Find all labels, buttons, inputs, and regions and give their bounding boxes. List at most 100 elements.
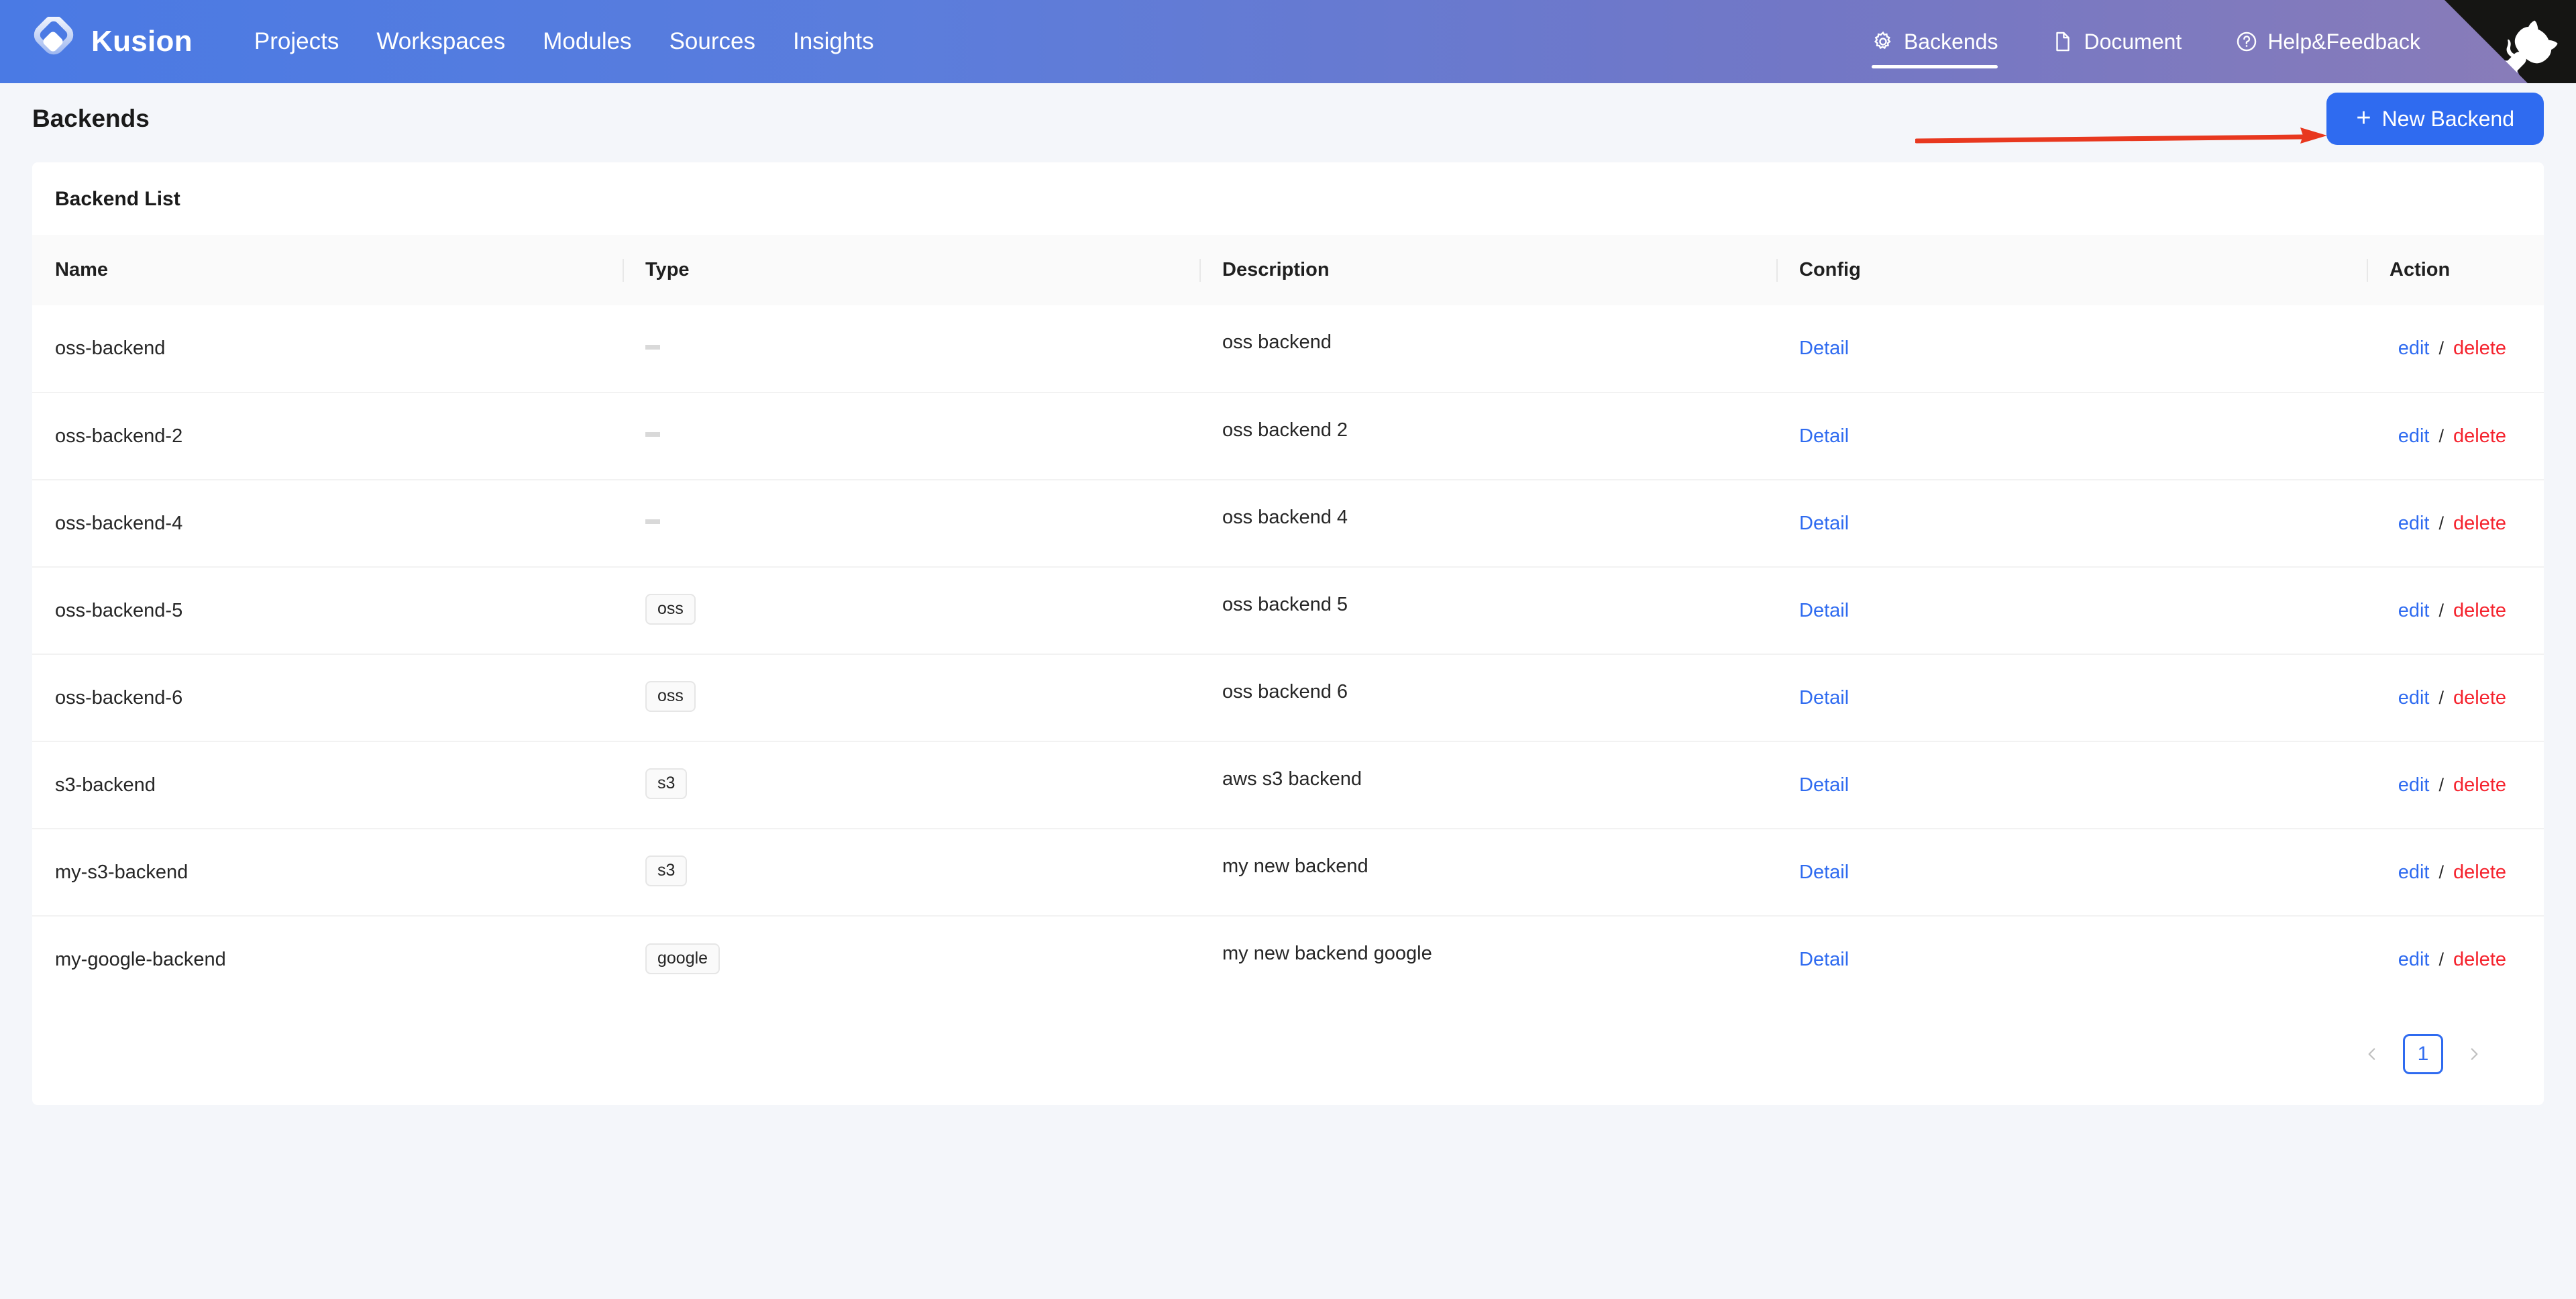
cell-type [623,305,1199,393]
type-tag: google [645,943,720,974]
brand[interactable]: Kusion [28,15,193,66]
detail-link[interactable]: Detail [1799,337,1849,359]
nav-item-document[interactable]: Document [2025,0,2208,83]
cell-type: oss [623,654,1199,742]
edit-link[interactable]: edit [2398,513,2430,535]
edit-link[interactable]: edit [2398,425,2430,448]
detail-link[interactable]: Detail [1799,862,1849,883]
action-separator: / [2438,513,2444,533]
cell-name: oss-backend-6 [32,654,623,742]
page-title: Backends [32,105,150,132]
pagination-page-1[interactable]: 1 [2403,1034,2443,1074]
new-backend-button[interactable]: + New Backend [2326,93,2544,145]
nav-item-document-label: Document [2084,29,2182,54]
delete-link[interactable]: delete [2453,600,2506,622]
nav-item-projects[interactable]: Projects [235,28,358,55]
column-header-name: Name [32,235,623,305]
nav-item-backends[interactable]: Backends [1845,0,2025,83]
detail-link[interactable]: Detail [1799,774,1849,796]
action-separator: / [2438,774,2444,795]
cell-type: s3 [623,829,1199,917]
cell-description: oss backend 4 [1199,480,1776,568]
action-separator: / [2438,687,2444,708]
type-tag: s3 [645,768,688,799]
cell-action: edit / delete [2367,916,2544,1003]
gear-icon [1872,30,1894,53]
action-separator: / [2438,600,2444,621]
cell-config: Detail [1776,305,2367,393]
edit-link[interactable]: edit [2398,862,2430,884]
github-corner-ribbon[interactable] [2445,0,2576,83]
cell-description: aws s3 backend [1199,741,1776,829]
cell-action: edit / delete [2367,305,2544,393]
cell-action: edit / delete [2367,567,2544,655]
empty-dash-placeholder [645,432,660,437]
nav-item-help-feedback[interactable]: Help&Feedback [2208,0,2447,83]
question-circle-icon [2235,30,2258,53]
secondary-nav: Backends Document Help&Feedback [1845,0,2447,83]
edit-link[interactable]: edit [2398,774,2430,796]
cell-action: edit / delete [2367,829,2544,917]
delete-link[interactable]: delete [2453,949,2506,971]
delete-link[interactable]: delete [2453,513,2506,535]
cell-description: my new backend [1199,829,1776,917]
nav-item-backends-label: Backends [1903,29,1998,54]
action-separator: / [2438,425,2444,446]
delete-link[interactable]: delete [2453,337,2506,360]
cell-config: Detail [1776,654,2367,742]
pagination-prev-chevron-left-icon[interactable] [2353,1035,2391,1073]
cell-config: Detail [1776,567,2367,655]
cell-name: s3-backend [32,741,623,829]
edit-link[interactable]: edit [2398,600,2430,622]
cell-name: my-google-backend [55,949,226,970]
detail-link[interactable]: Detail [1799,949,1849,970]
edit-link[interactable]: edit [2398,687,2430,709]
table-row: oss-backend-6 oss oss backend 6 Detail edit /… [32,654,2544,742]
cell-config: Detail [1776,393,2367,480]
delete-link[interactable]: delete [2453,687,2506,709]
nav-item-modules[interactable]: Modules [524,28,650,55]
column-header-type: Type [623,235,1199,305]
action-separator: / [2438,949,2444,970]
detail-link[interactable]: Detail [1799,425,1849,447]
backend-list-card: Backend List Name Type Description Confi… [32,162,2544,1105]
cell-action: edit / delete [2367,480,2544,568]
card-title: Backend List [55,188,180,210]
detail-link[interactable]: Detail [1799,600,1849,621]
nav-item-workspaces[interactable]: Workspaces [358,28,524,55]
primary-nav: Projects Workspaces Modules Sources Insi… [235,28,893,55]
cell-name: oss-backend-4 [32,480,623,568]
cell-name: my-s3-backend [32,829,623,917]
nav-item-sources[interactable]: Sources [651,28,774,55]
cell-type [623,393,1199,480]
new-backend-button-label: New Backend [2381,106,2514,131]
plus-icon: + [2356,103,2371,132]
cell-description: my new backend google [1222,943,1432,964]
cell-config: Detail [1776,741,2367,829]
cell-name: oss-backend [32,305,623,393]
delete-link[interactable]: delete [2453,862,2506,884]
cell-description: oss backend 5 [1199,567,1776,655]
edit-link[interactable]: edit [2398,337,2430,360]
pagination: 1 [32,1003,2544,1105]
cell-description: oss backend 6 [1199,654,1776,742]
nav-item-insights[interactable]: Insights [774,28,893,55]
delete-link[interactable]: delete [2453,774,2506,796]
column-header-config: Config [1776,235,2367,305]
delete-link[interactable]: delete [2453,425,2506,448]
header-actions: + New Backend [2326,93,2544,145]
detail-link[interactable]: Detail [1799,513,1849,534]
cell-name: oss-backend-5 [32,567,623,655]
empty-dash-placeholder [645,519,660,525]
table-row: oss-backend oss backend Detail edit / delete [32,305,2544,393]
cell-config: Detail [1776,916,2367,1003]
file-icon [2051,30,2074,53]
action-separator: / [2438,338,2444,358]
cell-name: oss-backend-2 [32,393,623,480]
detail-link[interactable]: Detail [1799,687,1849,709]
pagination-next-chevron-right-icon[interactable] [2455,1035,2493,1073]
table-row: oss-backend-4 oss backend 4 Detail edit / del… [32,480,2544,568]
edit-link[interactable]: edit [2398,949,2430,971]
brand-name: Kusion [91,25,193,58]
table-row: my-google-backend google my new backend go… [32,916,2544,1003]
